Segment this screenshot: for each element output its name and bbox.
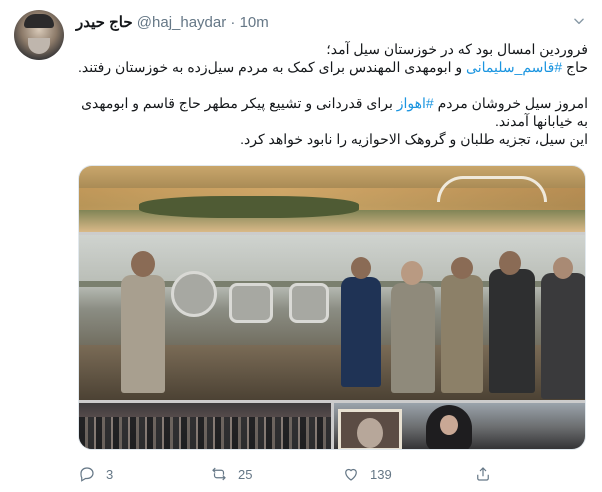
author-handle[interactable]: @haj_haydar	[137, 14, 226, 31]
tweet-text: فروردین امسال بود که در خوزستان سیل آمد؛…	[78, 40, 588, 148]
media-image-mourners[interactable]	[334, 403, 585, 449]
reply-button[interactable]: 3	[78, 462, 113, 486]
media-image-crowd[interactable]	[79, 403, 331, 449]
retweet-count: 25	[238, 466, 253, 482]
tweet-line-4: این سیل، تجزیه طلبان و گروهک الاحوازیه ر…	[240, 131, 588, 147]
retweet-button[interactable]: 25	[210, 462, 252, 486]
share-icon	[477, 467, 489, 481]
tweet-line-3-prefix: امروز سیل خروشان مردم	[433, 95, 588, 111]
tweet-line-2-suffix: و ابومهدی المهندس برای کمک به مردم سیل‌ز…	[77, 59, 467, 75]
separator-dot: ·	[230, 14, 236, 31]
tweet-line-3: امروز سیل خروشان مردم #اهواز برای قدردان…	[78, 94, 588, 130]
reply-icon	[80, 467, 94, 482]
media-image-flood-visit[interactable]	[79, 235, 585, 400]
timestamp[interactable]: 10m	[240, 14, 269, 31]
tweet-line-2-prefix: حاج	[562, 59, 588, 75]
tweet-card[interactable]: حاج حیدر @haj_haydar · 10m فروردین امسال…	[0, 0, 602, 492]
like-count: 139	[370, 466, 392, 482]
author-name[interactable]: حاج حیدر	[76, 14, 133, 31]
tweet-line-1: فروردین امسال بود که در خوزستان سیل آمد؛	[326, 41, 588, 57]
avatar[interactable]	[14, 10, 64, 60]
tweet-line-2: حاج #قاسم_سلیمانی و ابومهدی المهندس برای…	[78, 58, 588, 76]
media-image-flood-aerial[interactable]	[79, 166, 585, 232]
share-button[interactable]	[474, 462, 492, 486]
tweet-header: حاج حیدر @haj_haydar · 10m	[76, 13, 562, 33]
heart-icon	[345, 468, 357, 481]
like-button[interactable]: 139	[342, 462, 392, 486]
hashtag-link[interactable]: #اهواز	[397, 95, 434, 111]
media-grid[interactable]	[78, 165, 586, 450]
retweet-icon	[212, 467, 226, 481]
hashtag-link[interactable]: #قاسم_سلیمانی	[466, 59, 562, 75]
reply-count: 3	[106, 466, 114, 482]
chevron-down-icon[interactable]	[570, 14, 588, 32]
tweet-actions: 3 25 139	[78, 462, 586, 486]
